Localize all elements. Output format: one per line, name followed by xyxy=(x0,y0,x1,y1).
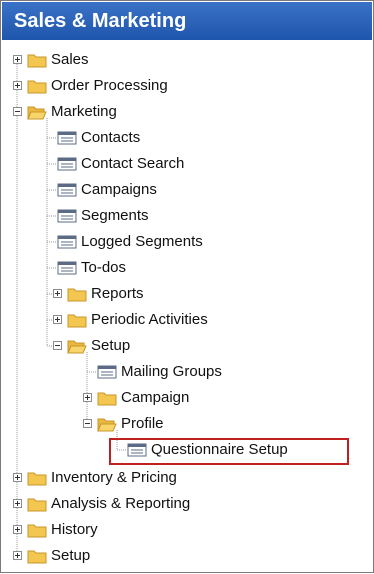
tree-item-contacts[interactable]: Contacts xyxy=(1,125,341,151)
folder-icon xyxy=(67,288,87,302)
folder-icon xyxy=(27,550,47,564)
tree-item-label: Analysis & Reporting xyxy=(51,495,191,512)
tree-item-analysis-reporting[interactable]: Analysis & Reporting xyxy=(1,491,341,517)
tree-item-label: Campaign xyxy=(121,389,190,406)
tree-item-setup[interactable]: Setup xyxy=(1,543,341,569)
expand-icon[interactable] xyxy=(13,525,22,534)
tree-item-label: Sales xyxy=(51,51,89,68)
menu-tree: Sales Order Processing Marketing Contact… xyxy=(1,41,373,572)
collapse-icon[interactable] xyxy=(13,107,22,116)
folder-icon xyxy=(97,392,117,406)
tree-item-label: Contact Search xyxy=(81,155,185,172)
expand-icon[interactable] xyxy=(83,393,92,402)
tree-item-label: Mailing Groups xyxy=(121,363,222,380)
folder-icon xyxy=(67,314,87,328)
expand-icon[interactable] xyxy=(13,499,22,508)
tree-item-inventory-pricing[interactable]: Inventory & Pricing xyxy=(1,465,341,491)
tree-item-marketing-setup[interactable]: Setup xyxy=(1,333,341,359)
tree-item-label: Inventory & Pricing xyxy=(51,469,177,486)
tree-item-to-dos[interactable]: To-dos xyxy=(1,255,341,281)
navigation-pane: Sales & Marketing Sales Order Processing… xyxy=(0,0,374,573)
tree-item-label: Order Processing xyxy=(51,77,168,94)
collapse-icon[interactable] xyxy=(83,419,92,428)
collapse-icon[interactable] xyxy=(53,341,62,350)
tree-item-label: Questionnaire Setup xyxy=(151,441,288,458)
form-icon xyxy=(57,131,77,145)
form-icon xyxy=(57,157,77,171)
tree-item-label: History xyxy=(51,521,98,538)
tree-item-sales[interactable]: Sales xyxy=(1,47,341,73)
form-icon xyxy=(57,209,77,223)
form-icon xyxy=(127,443,147,457)
tree-item-profile[interactable]: Profile xyxy=(1,411,341,437)
tree-item-label: Campaigns xyxy=(81,181,157,198)
tree-item-marketing[interactable]: Marketing xyxy=(1,99,341,125)
tree-item-campaigns[interactable]: Campaigns xyxy=(1,177,341,203)
tree-item-label: Contacts xyxy=(81,129,141,146)
tree-item-label: Periodic Activities xyxy=(91,311,208,328)
folder-open-icon xyxy=(97,418,117,432)
tree-item-campaign[interactable]: Campaign xyxy=(1,385,341,411)
tree-item-questionnaire-setup[interactable]: Questionnaire Setup xyxy=(1,437,341,463)
expand-icon[interactable] xyxy=(13,551,22,560)
form-icon xyxy=(57,235,77,249)
tree-item-segments[interactable]: Segments xyxy=(1,203,341,229)
tree-item-label: Marketing xyxy=(51,103,117,120)
tree-item-label: Profile xyxy=(121,415,164,432)
tree-item-label: To-dos xyxy=(81,259,127,276)
folder-open-icon xyxy=(27,106,47,120)
tree-item-label: Setup xyxy=(91,337,131,354)
expand-icon[interactable] xyxy=(53,289,62,298)
folder-icon xyxy=(27,524,47,538)
tree-item-mailing-groups[interactable]: Mailing Groups xyxy=(1,359,341,385)
expand-icon[interactable] xyxy=(53,315,62,324)
tree-item-label: Logged Segments xyxy=(81,233,203,250)
tree-item-contact-search[interactable]: Contact Search xyxy=(1,151,341,177)
folder-open-icon xyxy=(67,340,87,354)
tree-item-order-processing[interactable]: Order Processing xyxy=(1,73,341,99)
folder-icon xyxy=(27,80,47,94)
pane-title: Sales & Marketing xyxy=(2,2,372,40)
tree-item-periodic-activities[interactable]: Periodic Activities xyxy=(1,307,341,333)
form-icon xyxy=(57,183,77,197)
form-icon xyxy=(97,365,117,379)
tree-item-reports[interactable]: Reports xyxy=(1,281,341,307)
tree-item-history[interactable]: History xyxy=(1,517,341,543)
expand-icon[interactable] xyxy=(13,55,22,64)
tree-item-logged-segments[interactable]: Logged Segments xyxy=(1,229,341,255)
folder-icon xyxy=(27,54,47,68)
tree-item-label: Reports xyxy=(91,285,144,302)
folder-icon xyxy=(27,472,47,486)
expand-icon[interactable] xyxy=(13,81,22,90)
folder-icon xyxy=(27,498,47,512)
expand-icon[interactable] xyxy=(13,473,22,482)
form-icon xyxy=(57,261,77,275)
tree-item-label: Setup xyxy=(51,547,91,564)
tree-item-label: Segments xyxy=(81,207,149,224)
